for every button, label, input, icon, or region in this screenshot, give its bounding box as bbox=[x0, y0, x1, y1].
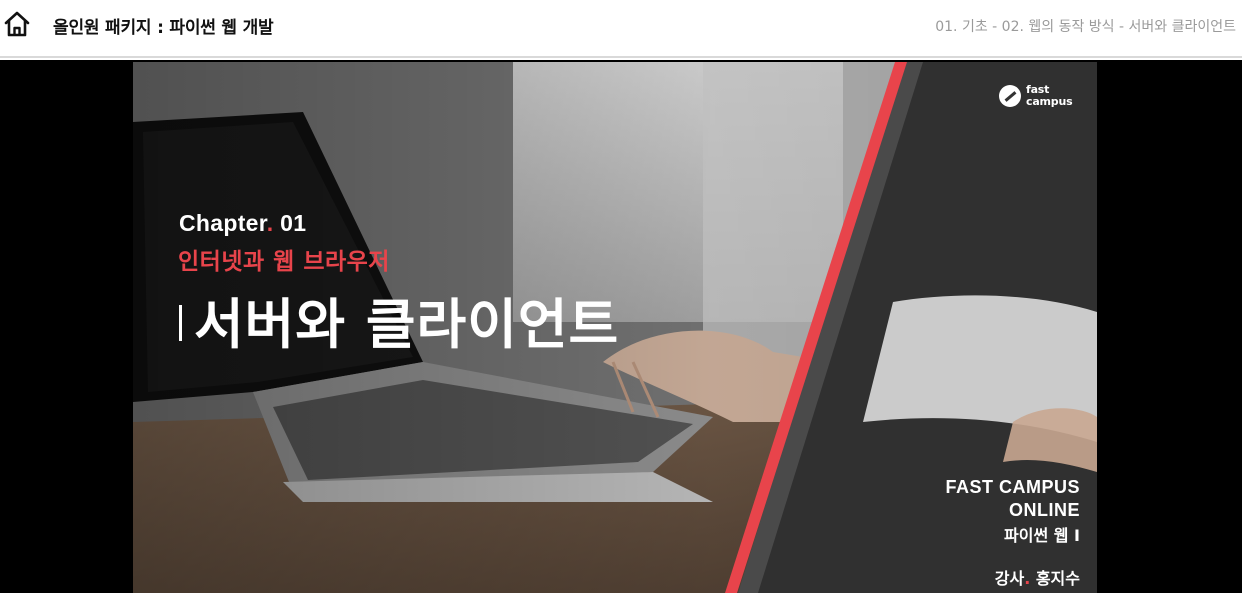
video-player: fast campus Chapter. 01 인터넷과 웹 브라우저 서버와 … bbox=[0, 60, 1242, 593]
course-credits: FAST CAMPUS ONLINE 파이썬 웹 I 강사. 홍지수 bbox=[945, 476, 1080, 591]
credit-line-3: 파이썬 웹 I bbox=[1004, 526, 1080, 545]
instructor-line: 강사. 홍지수 bbox=[945, 567, 1080, 591]
title-bar-decoration bbox=[179, 305, 182, 341]
chapter-word: Chapter bbox=[179, 210, 267, 236]
course-title: 올인원 패키지 : 파이썬 웹 개발 bbox=[53, 18, 274, 38]
lecture-title-text: 서버와 클라이언트 bbox=[194, 293, 620, 356]
fastcampus-logo-text: fast campus bbox=[1026, 84, 1073, 108]
home-button[interactable] bbox=[2, 10, 32, 38]
instructor-name: 홍지수 bbox=[1030, 569, 1080, 588]
home-icon bbox=[4, 11, 30, 37]
lecture-title: 서버와 클라이언트 bbox=[179, 280, 619, 359]
video-frame[interactable]: fast campus Chapter. 01 인터넷과 웹 브라우저 서버와 … bbox=[133, 62, 1097, 593]
logo-line-2: campus bbox=[1026, 95, 1073, 108]
chapter-label: Chapter. 01 bbox=[179, 210, 306, 237]
fastcampus-logo-mark-icon bbox=[999, 85, 1021, 107]
chapter-subtitle: 인터넷과 웹 브라우저 bbox=[178, 249, 390, 275]
fastcampus-logo: fast campus bbox=[999, 84, 1077, 110]
top-bar: 올인원 패키지 : 파이썬 웹 개발 01. 기초 - 02. 웹의 동작 방식… bbox=[0, 0, 1242, 58]
chapter-number: 01 bbox=[273, 210, 307, 236]
instructor-label: 강사 bbox=[994, 569, 1025, 588]
credit-line-1: FAST CAMPUS bbox=[945, 477, 1080, 497]
credit-line-2: ONLINE bbox=[1008, 500, 1080, 520]
breadcrumb: 01. 기초 - 02. 웹의 동작 방식 - 서버와 클라이언트 bbox=[935, 19, 1236, 35]
